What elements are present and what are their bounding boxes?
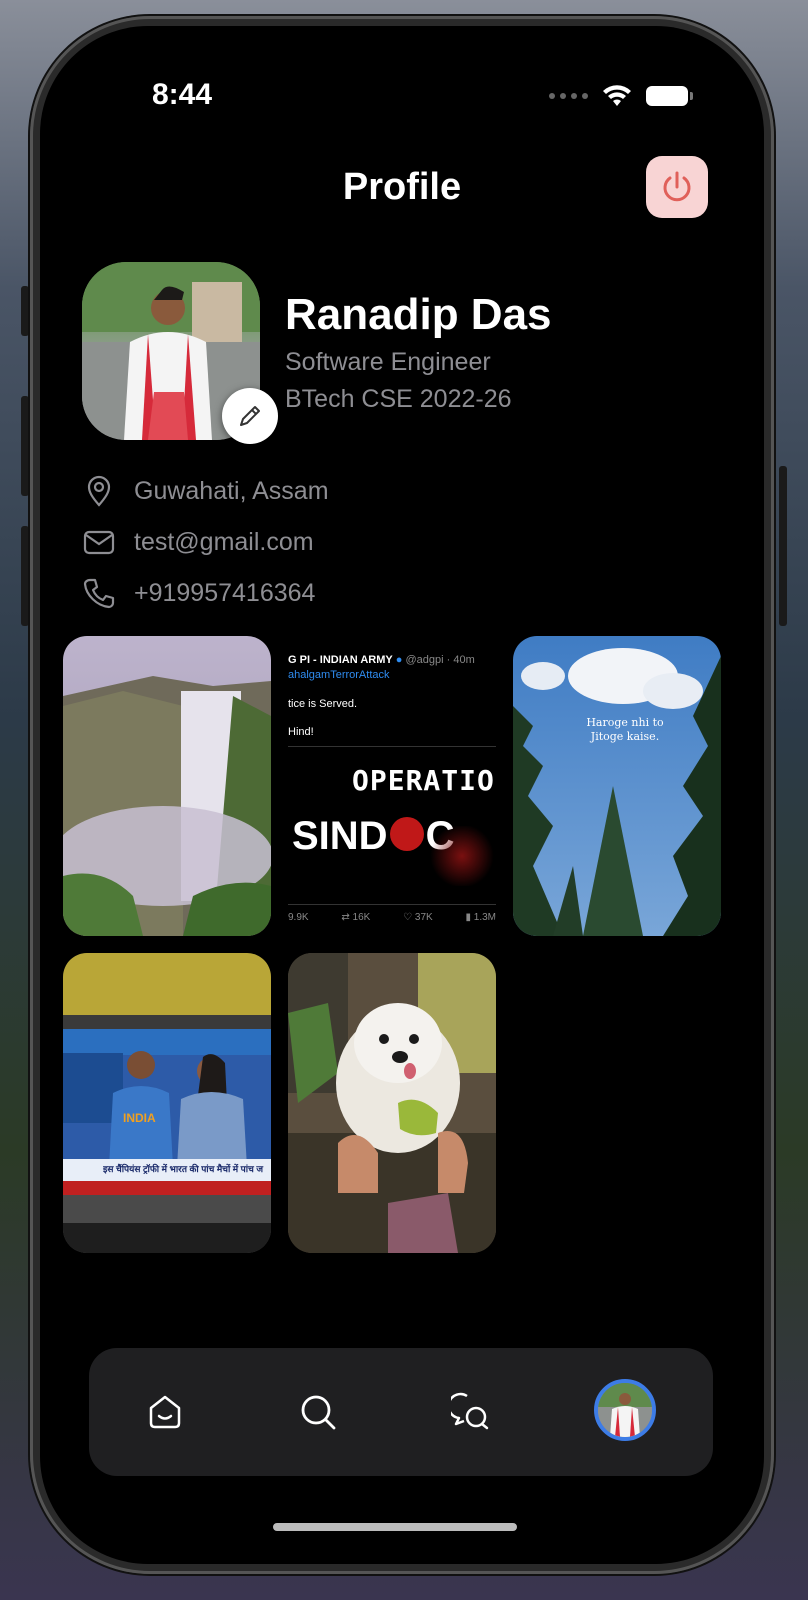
tweet-hashtag: ahalgamTerrorAttack [288, 669, 390, 681]
phone-volume-up [21, 396, 29, 496]
profile-name: Ranadip Das [285, 290, 552, 339]
profile-education: BTech CSE 2022-26 [285, 385, 512, 413]
sindoor-dot-icon [389, 817, 424, 851]
phone-power-button [779, 466, 787, 626]
email-row: test@gmail.com [82, 525, 314, 559]
tab-chat[interactable] [441, 1382, 501, 1442]
tv-cricket-photo [63, 953, 271, 1253]
battery-icon [646, 86, 693, 106]
tweet-views: ▮ 1.3M [465, 912, 496, 923]
profile-role: Software Engineer [285, 348, 491, 376]
location-text: Guwahati, Assam [134, 476, 329, 505]
quote-text: Haroge nhi to Jitoge kaise. [586, 716, 664, 743]
tab-home[interactable] [135, 1382, 195, 1442]
phone-side-button-action [21, 286, 29, 336]
phone-volume-down [21, 526, 29, 626]
like-count: 37K [414, 912, 433, 923]
post-waterfall[interactable] [63, 636, 271, 936]
wifi-icon [603, 85, 631, 106]
status-icons [549, 84, 693, 108]
tweet-likes: ♡ 37K [403, 912, 433, 923]
location-row: Guwahati, Assam [82, 474, 329, 508]
post-dog[interactable] [288, 953, 496, 1253]
home-icon [149, 1395, 181, 1429]
waterfall-photo [63, 636, 271, 936]
cellular-dots-icon [549, 93, 588, 99]
view-count: 1.3M [473, 912, 496, 923]
post-operation-sindoor[interactable]: G PI - INDIAN ARMY ● @adgpi · 40m ahalga… [288, 636, 496, 936]
tweet-stats: 9.9K ⇄ 16K ♡ 37K ▮ 1.3M [288, 912, 496, 923]
tweet-line-2: Hind! [288, 726, 314, 738]
tweet-line-1: tice is Served. [288, 698, 358, 710]
chat-icon [451, 1392, 489, 1430]
tweet-account: G PI - INDIAN ARMY [288, 654, 393, 666]
email-text: test@gmail.com [134, 527, 314, 556]
phone-row: +919957416364 [82, 576, 315, 610]
red-splash [428, 826, 496, 886]
profile-avatar-mini [598, 1383, 652, 1437]
retweet-icon: ⇄ [341, 912, 353, 923]
pencil-icon [240, 406, 260, 426]
search-icon [301, 1395, 336, 1430]
post-tv-cricket[interactable]: INDIA इस चैंपियंस ट्रॉफी में भारत की पां… [63, 953, 271, 1253]
tv-jersey-text: INDIA [123, 1111, 156, 1125]
phone-text: +919957416364 [134, 578, 316, 607]
dog-photo [288, 953, 496, 1253]
location-pin-icon [87, 475, 111, 507]
status-time: 8:44 [152, 78, 213, 111]
post-sky-quote[interactable]: Haroge nhi to Jitoge kaise. [513, 636, 721, 936]
mail-icon [83, 530, 115, 555]
tweet-header: G PI - INDIAN ARMY ● @adgpi · 40m [288, 654, 496, 666]
tweet-replies: 9.9K [288, 912, 309, 923]
power-icon [663, 171, 691, 202]
tweet-divider-bottom [288, 904, 496, 905]
tweet-divider [288, 746, 496, 747]
tab-search[interactable] [288, 1382, 348, 1442]
tweet-retweets: ⇄ 16K [341, 912, 370, 923]
sky-trees-photo [513, 636, 721, 936]
tv-banner-text: इस चैंपियंस ट्रॉफी में भारत की पांच मैचो… [103, 1164, 264, 1174]
edit-avatar-button[interactable] [222, 388, 278, 444]
heart-icon: ♡ [403, 912, 415, 923]
headline-sind: SIND [292, 814, 388, 858]
retweet-count: 16K [352, 912, 371, 923]
phone-screen: 8:44 Profile Ranadip Das Software Engine… [40, 26, 764, 1564]
home-indicator[interactable] [273, 1523, 517, 1531]
tweet-handle: @adgpi · 40m [405, 654, 475, 666]
headline-operation: OPERATION [352, 764, 496, 797]
logout-button[interactable] [646, 156, 708, 218]
views-icon: ▮ [465, 912, 474, 923]
phone-icon [83, 578, 115, 609]
tab-profile-avatar[interactable] [594, 1379, 656, 1441]
verified-badge-icon: ● [395, 654, 403, 666]
bottom-tab-bar [89, 1348, 713, 1476]
